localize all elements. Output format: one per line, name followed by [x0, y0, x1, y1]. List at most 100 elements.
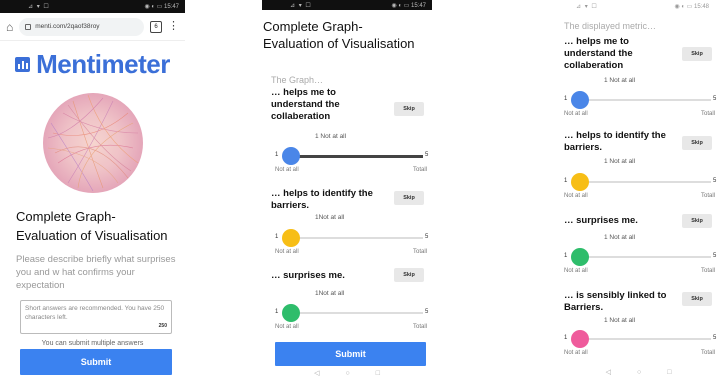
page-title: Complete Graph- Evaluation of Visualisat… [16, 209, 168, 243]
slider-handle[interactable] [571, 248, 589, 266]
scale-min: 1 [275, 234, 279, 240]
slider-handle[interactable] [571, 91, 589, 109]
status-time: ◉ ◐ ▭ 15:47 [144, 4, 179, 10]
chord-graph-image [47, 94, 138, 192]
logo-text: Mentimeter [36, 48, 170, 79]
question-text: … surprises me. [564, 215, 638, 226]
android-nav-bar: ◁ ○ □ [262, 367, 432, 377]
status-time: ◉ ◐ ▭ 15:47 [391, 3, 426, 9]
section-label: The displayed metric… [564, 21, 657, 31]
answer-textarea[interactable]: Short answers are recommended. You have … [20, 300, 172, 334]
question-text: … surprises me. [271, 270, 345, 281]
graph-thumbnail [42, 93, 143, 193]
home-circle-icon[interactable]: ○ [637, 369, 641, 376]
scale-value-label: 1 Not at all [604, 317, 636, 324]
scale-max: 5 [425, 309, 429, 315]
status-bar: ⊿ ▾ ☐ ◉ ◐ ▭ 15:47 [0, 0, 185, 13]
recents-icon[interactable]: □ [667, 369, 671, 376]
scale-max: 5 [713, 96, 717, 102]
scale-min-label: Not at all [275, 324, 299, 330]
scale-min-label: Not at all [275, 249, 299, 255]
multiple-answers-note: You can submit multiple answers [41, 340, 144, 347]
scale-min: 1 [564, 96, 568, 102]
scale-value-label: 1 Not at all [604, 158, 636, 165]
skip-button[interactable]: Skip [394, 268, 424, 282]
slider-handle[interactable] [282, 304, 300, 322]
status-bar: ⊿ ▾ ☐ ◉ ◐ ▭ 15:48 [560, 0, 717, 13]
slider-track[interactable] [572, 99, 711, 101]
scale-max: 5 [425, 152, 429, 158]
submit-button[interactable]: Submit [275, 342, 426, 366]
scale-min: 1 [564, 253, 568, 259]
url-text: menti.com/2qaof38roy [35, 23, 100, 30]
question-text: … helps me to understand the collaberati… [271, 87, 340, 122]
menu-icon[interactable]: ⋮ [168, 21, 179, 32]
section-label: The Graph… [271, 75, 324, 85]
scale-min: 1 [275, 152, 279, 158]
logo-mark-icon [15, 56, 31, 72]
phone-screen-graph-questions: ⊿ ▾ ☐ ◉ ◐ ▭ 15:47 Complete Graph- Evalua… [262, 0, 432, 377]
slider-track[interactable] [572, 338, 711, 340]
tabs-button[interactable]: 6 [150, 20, 162, 33]
android-nav-bar: ◁ ○ □ [560, 366, 717, 377]
back-icon[interactable]: ◁ [606, 368, 611, 376]
scale-max-label: Totall [701, 111, 716, 117]
address-bar[interactable]: menti.com/2qaof38roy [19, 17, 144, 36]
scale-value-label: 1 Not at all [604, 77, 636, 84]
scale-max: 5 [713, 253, 717, 259]
scale-max-label: Totall [413, 167, 428, 173]
scale-value-label: 1 Not at all [315, 133, 347, 140]
status-time: ◉ ◐ ▭ 15:48 [674, 4, 709, 10]
scale-min: 1 [564, 178, 568, 184]
skip-button[interactable]: Skip [682, 214, 712, 228]
skip-button[interactable]: Skip [394, 102, 424, 116]
scale-value-label: 1Not at all [315, 214, 345, 221]
question-text: … is sensibly linked to Barriers. [564, 290, 667, 313]
skip-button[interactable]: Skip [682, 136, 712, 150]
scale-value-label: 1 Not at all [604, 234, 636, 241]
skip-button[interactable]: Skip [394, 191, 424, 205]
signal-icons: ⊿ ▾ ☐ [28, 4, 50, 10]
page-title: Complete Graph- Evaluation of Visualisat… [263, 19, 415, 51]
scale-max-label: Totall [701, 193, 716, 199]
scale-max: 5 [713, 178, 717, 184]
scale-max-label: Totall [413, 249, 428, 255]
char-counter: 250 [158, 323, 167, 329]
scale-max: 5 [425, 234, 429, 240]
slider-handle[interactable] [282, 229, 300, 247]
signal-icons: ⊿ ▾ ☐ [290, 3, 312, 9]
home-icon[interactable]: ⌂ [6, 20, 13, 34]
submit-button[interactable]: Submit [20, 349, 172, 375]
slider-fill [283, 154, 423, 158]
browser-toolbar: ⌂ menti.com/2qaof38roy 6 ⋮ [0, 13, 185, 41]
question-text: … helps me to understand the collaberati… [564, 36, 633, 71]
scale-max: 5 [713, 335, 717, 341]
back-icon[interactable]: ◁ [314, 369, 319, 377]
scale-max-label: Totall [701, 268, 716, 274]
status-bar: ⊿ ▾ ☐ ◉ ◐ ▭ 15:47 [262, 0, 432, 10]
mentimeter-logo: Mentimeter [0, 49, 185, 79]
scale-min: 1 [564, 335, 568, 341]
recents-icon[interactable]: □ [376, 370, 380, 377]
skip-button[interactable]: Skip [682, 292, 712, 306]
slider-track[interactable] [283, 312, 423, 314]
textarea-placeholder: Short answers are recommended. You have … [25, 305, 165, 321]
slider-handle[interactable] [571, 173, 589, 191]
scale-max-label: Totall [413, 324, 428, 330]
slider-track[interactable] [283, 237, 423, 239]
home-circle-icon[interactable]: ○ [345, 370, 349, 377]
slider-track[interactable] [572, 256, 711, 258]
slider-handle[interactable] [282, 147, 300, 165]
slider-track[interactable] [572, 181, 711, 183]
scale-min: 1 [275, 309, 279, 315]
scale-min-label: Not at all [564, 193, 588, 199]
phone-screen-entry: ⊿ ▾ ☐ ◉ ◐ ▭ 15:47 ⌂ menti.com/2qaof38roy… [0, 0, 185, 377]
skip-button[interactable]: Skip [682, 47, 712, 61]
scale-min-label: Not at all [564, 350, 588, 356]
slider-handle[interactable] [571, 330, 589, 348]
scale-min-label: Not at all [275, 167, 299, 173]
lock-icon [25, 23, 32, 30]
phone-screen-metric-questions: ⊿ ▾ ☐ ◉ ◐ ▭ 15:48 The displayed metric… … [560, 0, 717, 377]
signal-icons: ⊿ ▾ ☐ [576, 4, 598, 10]
question-text: … helps to identify the barriers. [271, 188, 373, 211]
